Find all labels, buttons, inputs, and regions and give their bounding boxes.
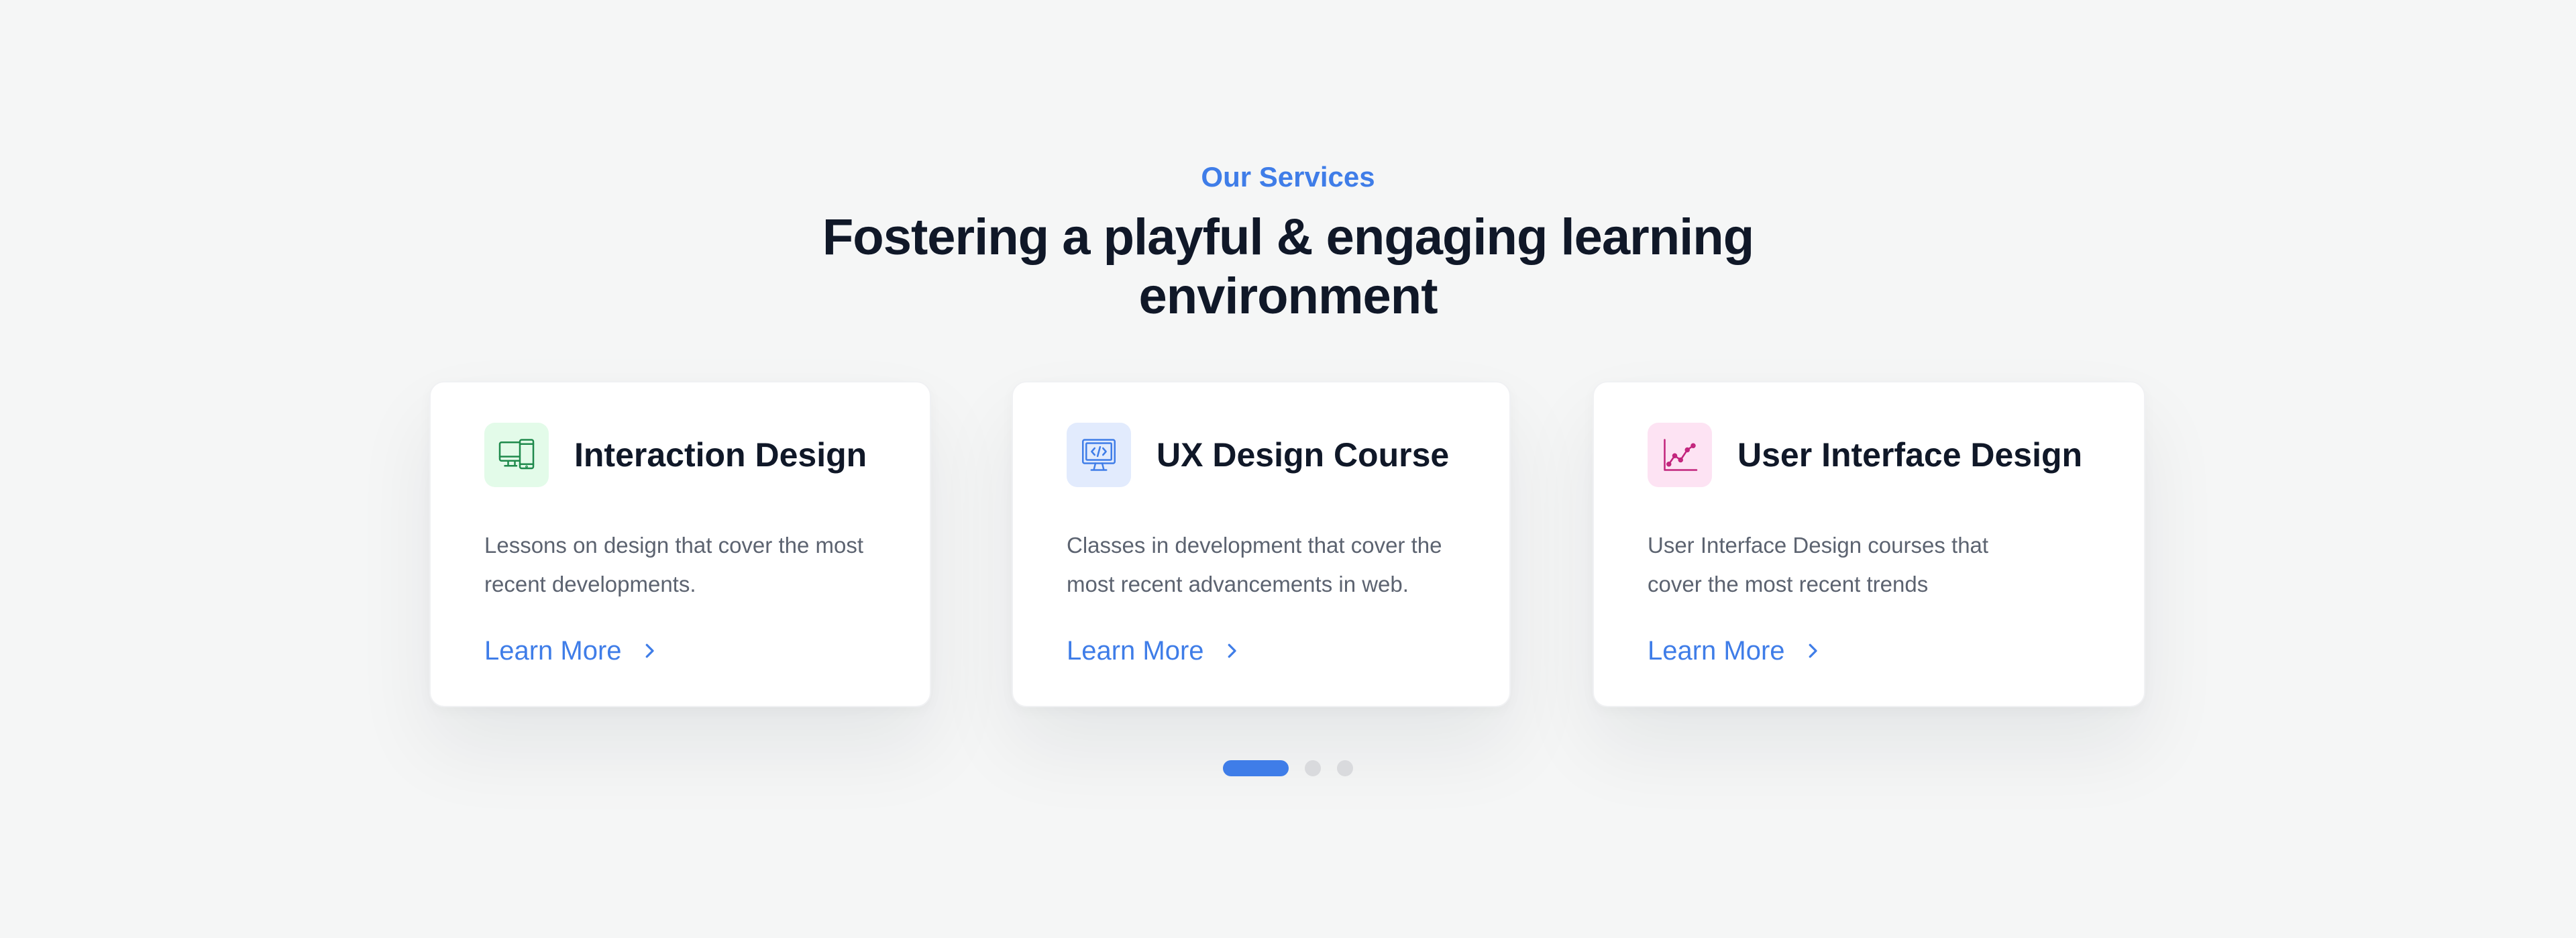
learn-more-label: Learn More (1067, 635, 1204, 666)
card-title: Interaction Design (574, 436, 867, 474)
icon-tile (484, 423, 549, 487)
chevron-right-icon (1809, 643, 1817, 658)
icon-tile (1648, 423, 1712, 487)
card-description: Classes in development that cover the mo… (1067, 533, 1442, 596)
learn-more-link[interactable]: Learn More (1648, 631, 1823, 671)
card-title: User Interface Design (1737, 436, 2083, 474)
service-card-interaction-design: Interaction Design Lessons on design tha… (429, 381, 931, 707)
service-card-user-interface-design: User Interface Design User Interface Des… (1593, 381, 2145, 707)
chevron-right-icon (645, 643, 654, 658)
section-eyebrow: Our Services (1201, 161, 1375, 193)
services-section: Our Services Fostering a playful & engag… (0, 0, 2576, 938)
chart-line-icon (1664, 439, 1698, 471)
monitor-code-icon (1082, 439, 1116, 471)
pagination-dot-1[interactable] (1223, 760, 1289, 776)
carousel-pagination (1223, 760, 1353, 777)
learn-more-label: Learn More (484, 635, 622, 666)
service-card-ux-design-course: UX Design Course Classes in development … (1012, 381, 1511, 707)
card-description: User Interface Design courses that cover… (1648, 533, 1989, 596)
pagination-dot-2[interactable] (1305, 760, 1321, 776)
card-title: UX Design Course (1157, 436, 1450, 474)
pagination-dot-3[interactable] (1337, 760, 1353, 776)
learn-more-label: Learn More (1648, 635, 1785, 666)
learn-more-link[interactable]: Learn More (1067, 631, 1242, 671)
chevron-right-icon (1228, 643, 1236, 658)
card-description: Lessons on design that cover the most re… (484, 533, 863, 596)
learn-more-link[interactable]: Learn More (484, 631, 659, 671)
icon-tile (1067, 423, 1131, 487)
devices-icon (498, 439, 535, 470)
section-title: Fostering a playful & engaging learning … (822, 209, 1754, 325)
